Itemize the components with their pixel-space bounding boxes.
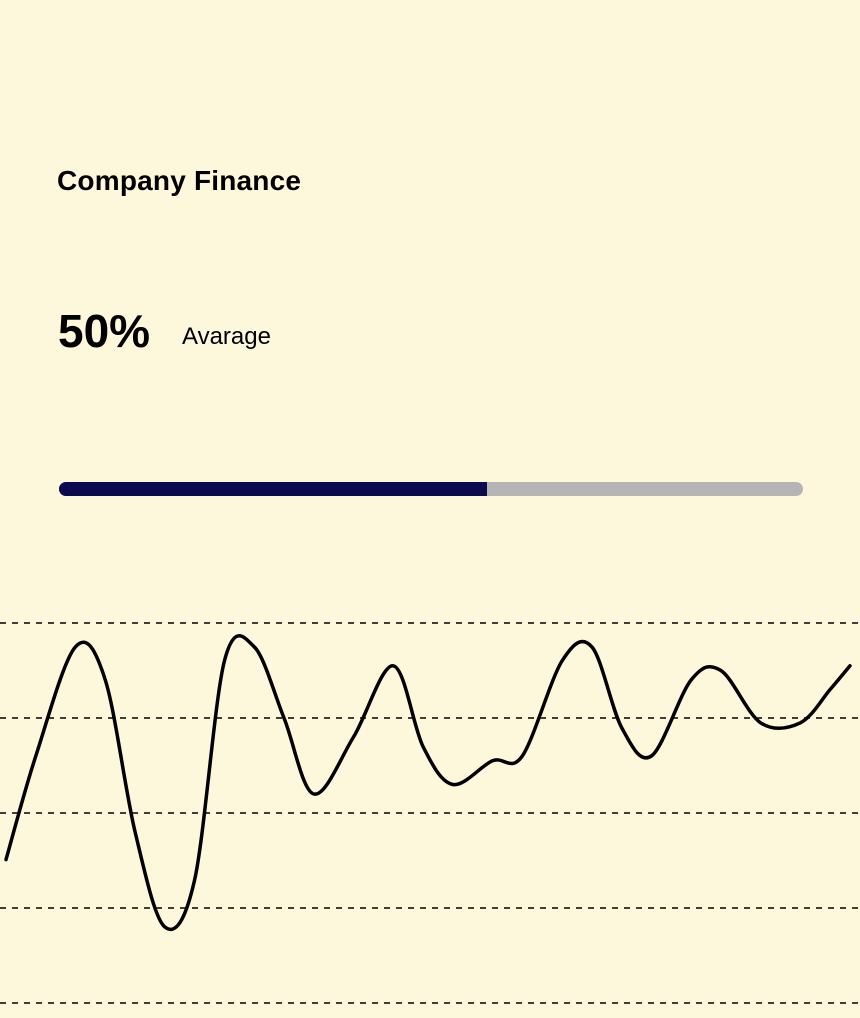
progress-bar xyxy=(59,482,803,496)
wave-line-chart xyxy=(0,622,860,1004)
stat-label: Avarage xyxy=(182,323,271,350)
progress-bar-fill xyxy=(59,482,487,496)
stat-value: 50% xyxy=(58,305,151,357)
finance-card: Company Finance 50% Avarage xyxy=(0,0,860,1018)
series-line xyxy=(4,634,852,932)
card-title: Company Finance xyxy=(57,165,302,196)
